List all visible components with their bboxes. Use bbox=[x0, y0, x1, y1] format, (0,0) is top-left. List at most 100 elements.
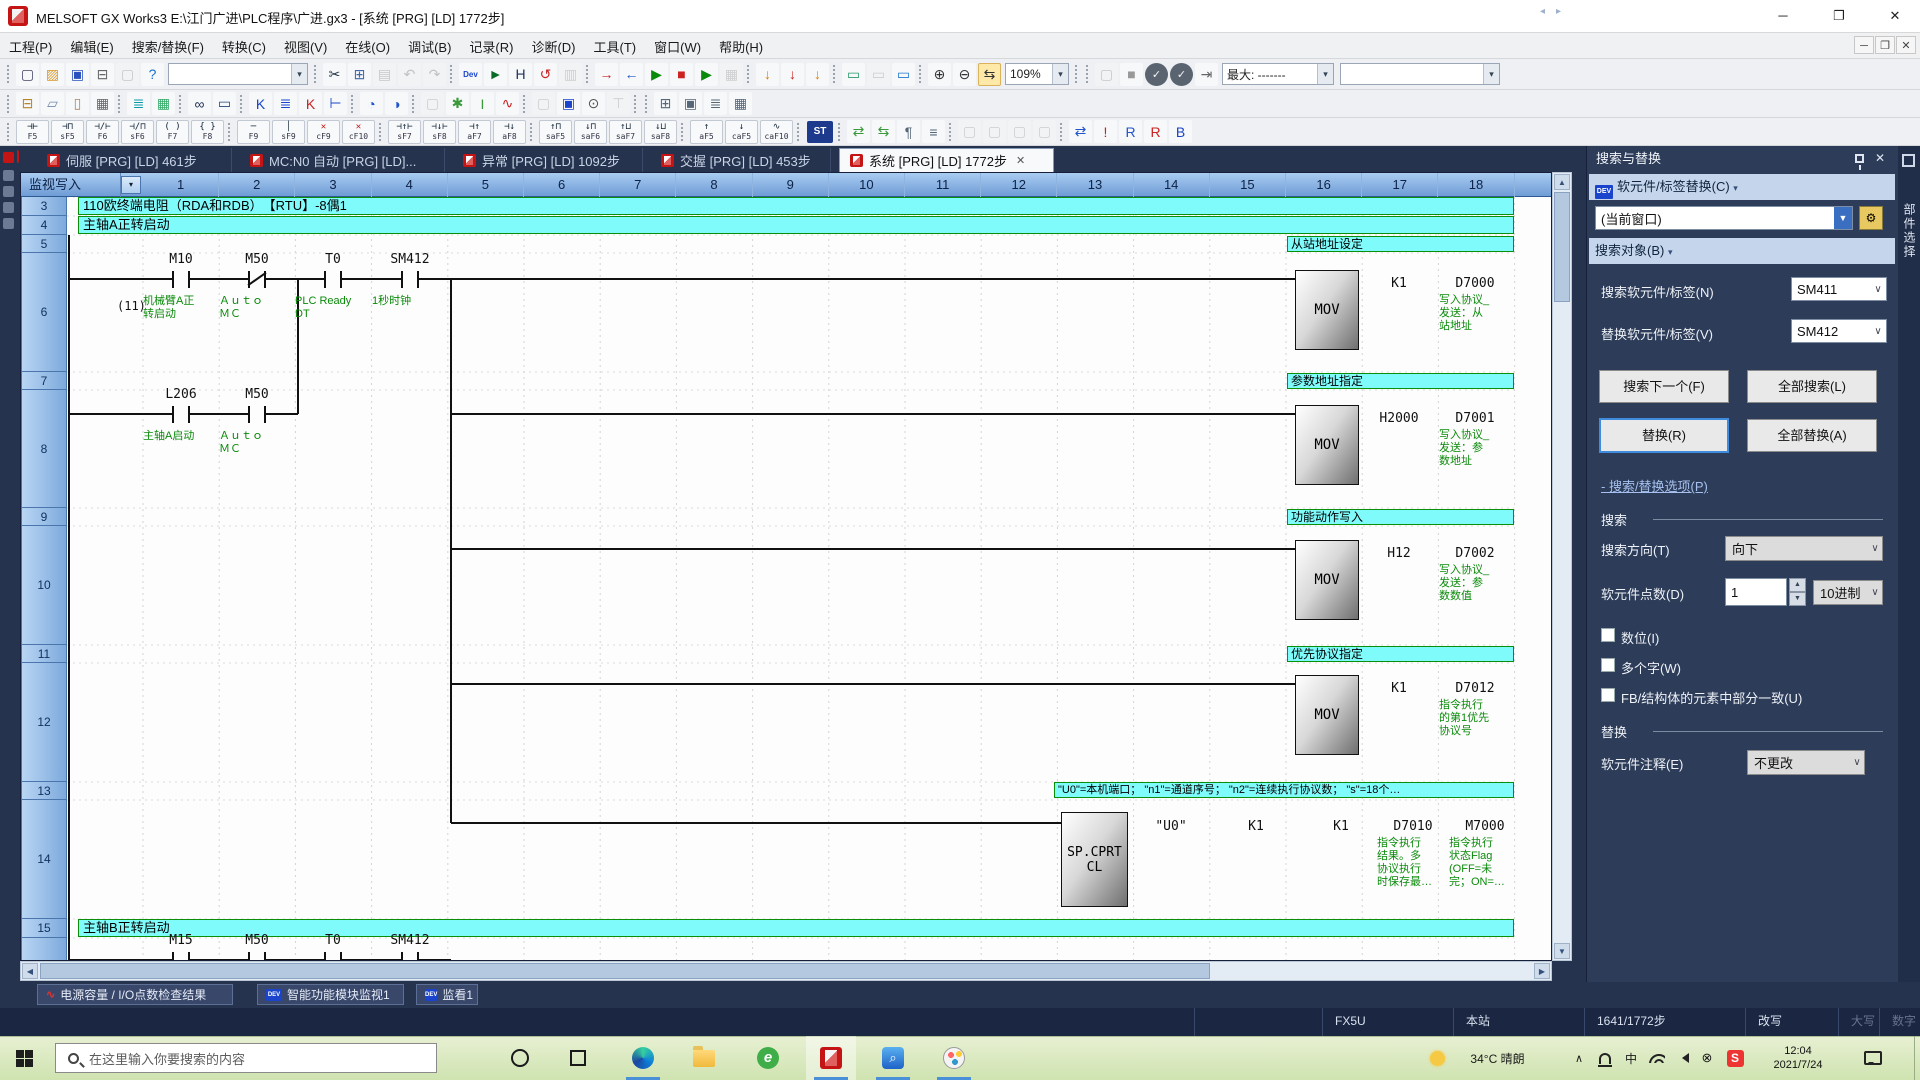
ladder-key-F6[interactable]: ⊣/⊢F6 bbox=[86, 120, 119, 144]
dev-r-icon[interactable]: R bbox=[1144, 120, 1167, 143]
paint-taskbar-button[interactable] bbox=[929, 1036, 979, 1080]
ime-indicator[interactable]: 中 bbox=[1620, 1036, 1642, 1080]
ladder-key-F9[interactable]: ─F9 bbox=[237, 120, 270, 144]
watch-combobox[interactable]: ▾ bbox=[1340, 63, 1500, 85]
row-number-7[interactable]: 7 bbox=[21, 372, 67, 390]
ladder-key-saF8[interactable]: ↓⊔saF8 bbox=[644, 120, 677, 144]
ladder-key-caF5[interactable]: ↓caF5 bbox=[725, 120, 758, 144]
replace-mode-header[interactable]: DEV软元件/标签替换(C) ▾ bbox=[1589, 174, 1895, 200]
taskbar-search-input[interactable]: 在这里输入你要搜索的内容 bbox=[55, 1043, 437, 1073]
ladder-key-aF5[interactable]: ↑aF5 bbox=[690, 120, 723, 144]
device-grid-icon[interactable]: ≣ bbox=[274, 92, 297, 115]
menu-诊断(D)[interactable]: 诊断(D) bbox=[522, 33, 584, 60]
device-find-icon[interactable]: Dev bbox=[459, 63, 482, 86]
watch-1-icon[interactable]: ◔ bbox=[360, 92, 383, 115]
digit-checkbox[interactable] bbox=[1601, 628, 1615, 642]
mov-instruction-block[interactable]: MOV bbox=[1295, 405, 1359, 485]
mov-instruction-block[interactable]: MOV bbox=[1295, 675, 1359, 755]
doc-tab-异常[interactable]: 异常 [PRG] [LD] 1092步 bbox=[453, 148, 643, 172]
row-number-3[interactable]: 3 bbox=[21, 197, 67, 216]
child-minimize-button[interactable]: ─ bbox=[1854, 36, 1874, 54]
pin-red-icon[interactable]: ! bbox=[1094, 120, 1117, 143]
zoom-level-combobox[interactable]: 109%▾ bbox=[1005, 63, 1069, 85]
row-number-10[interactable]: 10 bbox=[21, 526, 67, 645]
maximize-button[interactable]: ❐ bbox=[1816, 0, 1862, 32]
row-number-11[interactable]: 11 bbox=[21, 645, 67, 663]
weather-text[interactable]: 34°C 晴朗 bbox=[1450, 1036, 1545, 1080]
dev-b-icon[interactable]: B bbox=[1169, 120, 1192, 143]
panel-close-icon[interactable]: ✕ bbox=[1875, 151, 1885, 165]
explorer-taskbar-button[interactable] bbox=[679, 1036, 729, 1080]
row-number-4[interactable]: 4 bbox=[21, 216, 67, 235]
show-desktop-button[interactable] bbox=[1914, 1036, 1920, 1080]
fit-width-icon[interactable]: ⇆ bbox=[978, 63, 1001, 86]
edge-taskbar-button[interactable] bbox=[618, 1036, 668, 1080]
ladder-key-cF10[interactable]: ✕cF10 bbox=[342, 120, 375, 144]
zoom-out-icon[interactable]: ⊖ bbox=[953, 63, 976, 86]
doc-tab-伺服[interactable]: 伺服 [PRG] [LD] 461步 bbox=[37, 148, 232, 172]
wifi-icon[interactable] bbox=[1646, 1036, 1668, 1080]
hscroll-thumb[interactable] bbox=[40, 963, 1210, 979]
doc-tab-MC:N0[interactable]: MC:N0 自动 [PRG] [LD]... bbox=[240, 148, 445, 172]
contact-M50-no[interactable] bbox=[248, 952, 266, 961]
action-center-icon[interactable] bbox=[1856, 1036, 1890, 1080]
contact-T0-no[interactable] bbox=[324, 952, 342, 961]
row-number-9[interactable]: 9 bbox=[21, 508, 67, 526]
doc-tab-系统[interactable]: 系统 [PRG] [LD] 1772步✕ bbox=[839, 148, 1054, 172]
insert-row-icon[interactable]: ⇄ bbox=[847, 120, 870, 143]
scroll-up-icon[interactable]: ▲ bbox=[1554, 174, 1570, 190]
device-tree-icon[interactable]: ⊢ bbox=[324, 92, 347, 115]
ladder-key-F7[interactable]: ( )F7 bbox=[156, 120, 189, 144]
copy-doc-icon[interactable]: ▢ bbox=[116, 63, 139, 86]
st-inline-button[interactable]: ST bbox=[807, 121, 833, 143]
find-r-icon[interactable]: R bbox=[1119, 120, 1142, 143]
ladder-key-sF9[interactable]: │sF9 bbox=[272, 120, 305, 144]
io-check-icon[interactable]: ∿ bbox=[496, 92, 519, 115]
ladder-key-aF7[interactable]: ⊣↑aF7 bbox=[458, 120, 491, 144]
ladder-key-sF5[interactable]: ⊣⊓sF5 bbox=[51, 120, 84, 144]
dock-tab-icon[interactable] bbox=[3, 170, 14, 181]
list-view-icon[interactable]: ≣ bbox=[127, 92, 150, 115]
tab-scroll-right-icon[interactable]: ▸ bbox=[1556, 6, 1561, 17]
row-number-partial[interactable] bbox=[21, 938, 67, 961]
terminal-monitor-icon[interactable]: ► bbox=[484, 63, 507, 86]
edit-4-icon[interactable]: ▢ bbox=[1033, 120, 1056, 143]
sync-off-icon[interactable]: ⊗ bbox=[1696, 1036, 1718, 1080]
capture-icon[interactable]: ▢ bbox=[1095, 63, 1118, 86]
stop-gray-icon[interactable]: ■ bbox=[1120, 63, 1143, 86]
pc-gray-icon[interactable]: ▭ bbox=[867, 63, 890, 86]
menu-在线(O)[interactable]: 在线(O) bbox=[336, 33, 399, 60]
cross-reference-icon[interactable]: ↺ bbox=[534, 63, 557, 86]
fb-gray-icon[interactable]: ▢ bbox=[421, 92, 444, 115]
device-points-input[interactable]: 1 bbox=[1725, 578, 1787, 606]
open-folder-icon[interactable]: ▨ bbox=[41, 63, 64, 86]
monitor-stop-icon[interactable]: ■ bbox=[670, 63, 693, 86]
menu-工具(T)[interactable]: 工具(T) bbox=[585, 33, 646, 60]
insert-col-icon[interactable]: ⇆ bbox=[872, 120, 895, 143]
find-device-combobox[interactable]: SM411∨ bbox=[1791, 277, 1887, 301]
row-number-5[interactable]: 5 bbox=[21, 235, 67, 253]
grid-view-icon[interactable]: ▦ bbox=[152, 92, 175, 115]
sp-cprtcl-block[interactable]: SP.CPRT CL bbox=[1061, 812, 1128, 907]
module-tool-icon[interactable]: ▯ bbox=[66, 92, 89, 115]
copy-icon[interactable]: ⊞ bbox=[348, 63, 371, 86]
save-icon[interactable]: ▣ bbox=[66, 63, 89, 86]
device-k2-icon[interactable]: K bbox=[299, 92, 322, 115]
edit-3-icon[interactable]: ▢ bbox=[1008, 120, 1031, 143]
jump-insert-icon[interactable]: ↓ bbox=[781, 63, 804, 86]
dock-tab-电源容量 / I/O点数检查结果[interactable]: ∿电源容量 / I/O点数检查结果 bbox=[37, 984, 233, 1005]
device-wrench-icon[interactable]: ▣ bbox=[557, 92, 580, 115]
points-spin-up-icon[interactable]: ▲ bbox=[1789, 578, 1806, 592]
chip-find-icon[interactable]: ⊙ bbox=[582, 92, 605, 115]
ladder-key-saF6[interactable]: ↓⊓saF6 bbox=[574, 120, 607, 144]
device-k-icon[interactable]: K bbox=[249, 92, 272, 115]
print-icon[interactable]: ⊟ bbox=[91, 63, 114, 86]
menu-编辑(E)[interactable]: 编辑(E) bbox=[61, 33, 122, 60]
jump-write-icon[interactable]: ↓ bbox=[756, 63, 779, 86]
watch-2-icon[interactable]: ◑ bbox=[385, 92, 408, 115]
pin-icon[interactable] bbox=[1855, 154, 1864, 163]
mov-instruction-block[interactable]: MOV bbox=[1295, 270, 1359, 350]
project-combobox[interactable]: ▾ bbox=[168, 63, 308, 85]
row-number-13[interactable]: 13 bbox=[21, 782, 67, 800]
ladder-key-caF10[interactable]: ∿caF10 bbox=[760, 120, 793, 144]
